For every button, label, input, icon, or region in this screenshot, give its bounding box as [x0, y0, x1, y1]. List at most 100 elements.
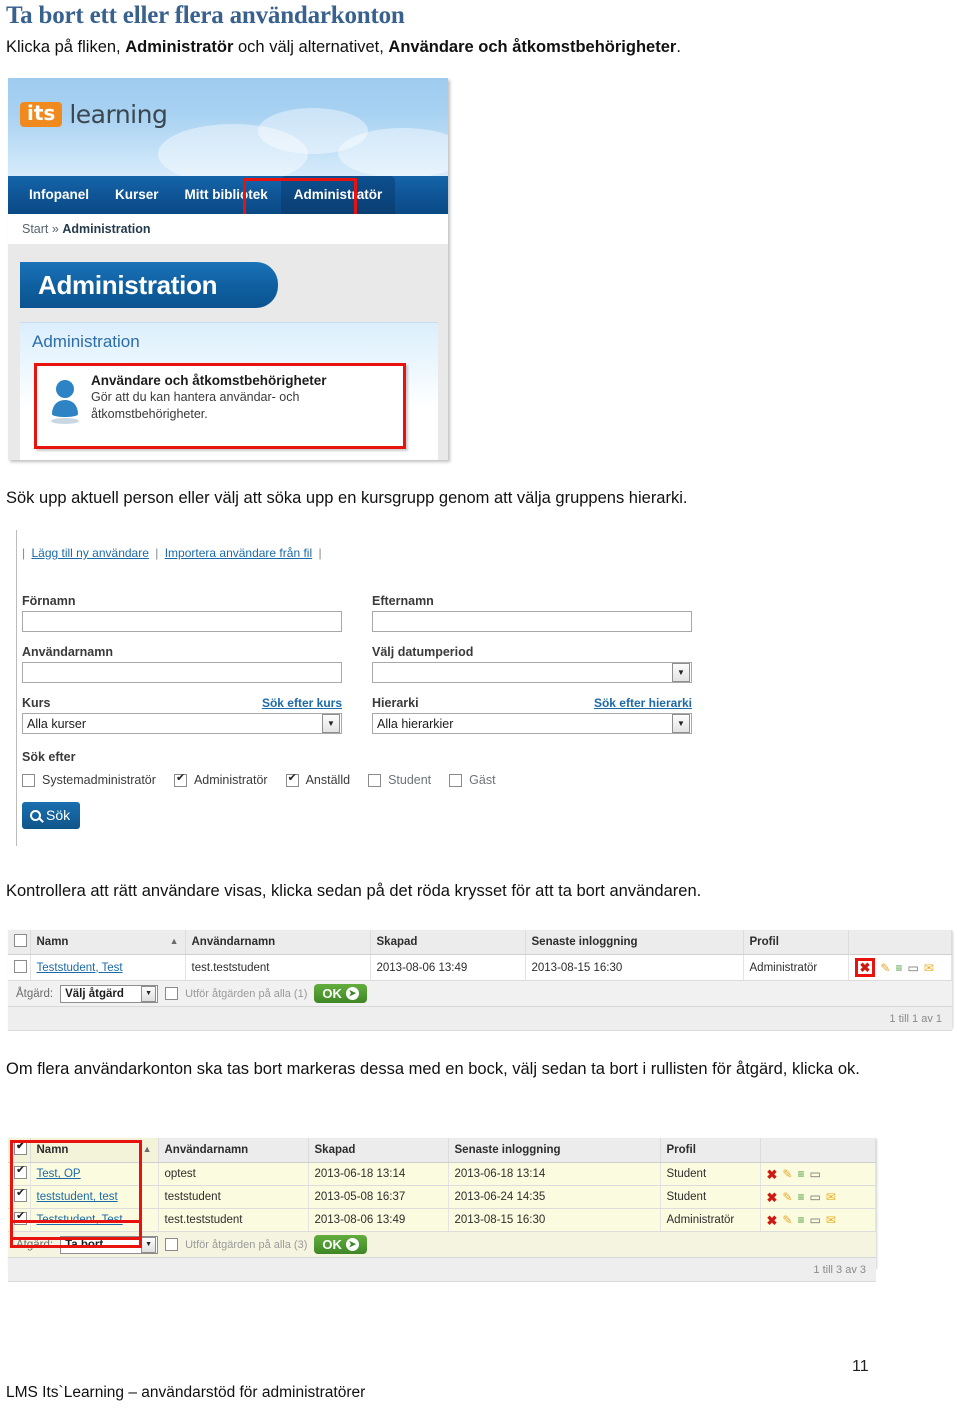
- checkbox-box[interactable]: [173, 772, 187, 787]
- select-kurs[interactable]: Alla kurser ▼: [22, 713, 342, 734]
- input-anvandarnamn[interactable]: [22, 662, 342, 683]
- checkbox-box[interactable]: [285, 772, 299, 787]
- checkbox-select-all[interactable]: [14, 934, 27, 947]
- chevron-down-icon[interactable]: ▼: [141, 985, 157, 1002]
- label-valj-datumperiod: Välj datumperiod: [372, 645, 474, 659]
- table-row[interactable]: teststudent, test teststudent 2013-05-08…: [8, 1185, 876, 1209]
- cell-select[interactable]: [8, 1208, 31, 1232]
- itslearning-logo[interactable]: its learning: [20, 100, 168, 129]
- table-row[interactable]: Test, OP optest 2013-06-18 13:14 2013-06…: [8, 1162, 876, 1186]
- checkbox-row-select[interactable]: [14, 1210, 27, 1225]
- header-profil[interactable]: Profil: [743, 930, 849, 955]
- field-group-anvandarnamn: Användarnamn: [22, 645, 342, 683]
- ok-button[interactable]: OK ➤: [314, 984, 367, 1003]
- table-row[interactable]: Teststudent, Test test.teststudent 2013-…: [8, 1208, 876, 1232]
- list-icon[interactable]: ≡: [797, 1168, 804, 1180]
- checkbox-apply-to-all[interactable]: [165, 1238, 179, 1251]
- header-anvandarnamn[interactable]: Användarnamn: [185, 930, 371, 955]
- link-user-name[interactable]: Test, OP: [37, 1168, 81, 1180]
- chevron-down-icon[interactable]: ▼: [672, 714, 690, 733]
- header-skapad[interactable]: Skapad: [370, 930, 526, 955]
- checkbox-box[interactable]: [368, 773, 382, 787]
- chevron-down-icon[interactable]: ▼: [322, 714, 340, 733]
- card-icon[interactable]: ▭: [809, 1168, 820, 1180]
- nav-item-administrator[interactable]: Administratör: [280, 176, 396, 214]
- cell-namn[interactable]: Teststudent, Test: [30, 1208, 159, 1232]
- edit-icon[interactable]: ✎: [782, 1214, 792, 1226]
- screenshot-admin-page: its learning Infopanel Kurser Mitt bibli…: [8, 78, 448, 460]
- header-profil[interactable]: Profil: [660, 1138, 761, 1163]
- checkbox-gast[interactable]: Gäst: [449, 773, 496, 787]
- checkbox-administrator[interactable]: Administratör: [173, 772, 268, 787]
- checkbox-student[interactable]: Student: [368, 773, 431, 787]
- link-import-users-from-file[interactable]: Importera användare från fil: [165, 546, 312, 560]
- input-efternamn[interactable]: [372, 611, 692, 632]
- delete-icon[interactable]: ✖: [860, 961, 871, 974]
- card-icon[interactable]: ▭: [809, 1191, 820, 1203]
- delete-icon[interactable]: ✖: [767, 1168, 778, 1181]
- mail-icon[interactable]: ✉: [924, 962, 934, 974]
- card-icon[interactable]: ▭: [907, 962, 918, 974]
- cell-namn[interactable]: teststudent, test: [30, 1185, 159, 1209]
- nav-item-kurser[interactable]: Kurser: [102, 176, 172, 214]
- search-button[interactable]: Sök: [22, 802, 81, 829]
- checkbox-anstalld[interactable]: Anställd: [285, 772, 350, 787]
- header-namn[interactable]: Namn ▲: [30, 930, 186, 955]
- field-group-datumperiod: Välj datumperiod ▼: [372, 645, 692, 683]
- link-user-name[interactable]: Teststudent, Test: [37, 1214, 123, 1226]
- input-fornamn[interactable]: [22, 611, 342, 632]
- checkbox-row-select[interactable]: [14, 1187, 27, 1202]
- checkbox-row-select[interactable]: [14, 959, 27, 973]
- list-icon[interactable]: ≡: [797, 1214, 804, 1226]
- mail-icon[interactable]: ✉: [826, 1191, 836, 1203]
- select-action[interactable]: Ta bort ▼: [60, 1235, 159, 1254]
- link-add-new-user[interactable]: Lägg till ny användare: [31, 546, 148, 560]
- edit-icon[interactable]: ✎: [782, 1168, 792, 1180]
- paragraph-1-bold-2: Användare och åtkomstbehörigheter: [388, 38, 677, 56]
- delete-icon[interactable]: ✖: [767, 1214, 778, 1227]
- link-user-name[interactable]: teststudent, test: [37, 1191, 118, 1203]
- checkbox-row-select[interactable]: [14, 1164, 27, 1179]
- cell-select[interactable]: [8, 954, 31, 981]
- checkbox-systemadministrator[interactable]: Systemadministratör: [22, 773, 156, 787]
- card-icon[interactable]: ▭: [809, 1214, 820, 1226]
- checkbox-box[interactable]: [449, 773, 463, 787]
- link-user-name[interactable]: Teststudent, Test: [37, 962, 123, 974]
- list-icon[interactable]: ≡: [895, 962, 902, 974]
- select-valj-datumperiod[interactable]: ▼: [372, 662, 692, 683]
- header-senaste-inloggning[interactable]: Senaste inloggning: [448, 1138, 661, 1163]
- header-skapad[interactable]: Skapad: [308, 1138, 449, 1163]
- header-anvandarnamn[interactable]: Användarnamn: [158, 1138, 309, 1163]
- edit-icon[interactable]: ✎: [782, 1191, 792, 1203]
- breadcrumb-start[interactable]: Start: [22, 222, 48, 236]
- breadcrumb-current: Administration: [62, 222, 151, 236]
- nav-item-infopanel[interactable]: Infopanel: [16, 176, 102, 214]
- main-nav: Infopanel Kurser Mitt bibliotek Administ…: [16, 176, 396, 214]
- cell-select[interactable]: [8, 1162, 31, 1186]
- cell-namn[interactable]: Teststudent, Test: [30, 954, 186, 981]
- mail-icon[interactable]: ✉: [826, 1214, 836, 1226]
- header-senaste-inloggning[interactable]: Senaste inloggning: [525, 930, 744, 955]
- chevron-down-icon[interactable]: ▼: [672, 663, 690, 682]
- edit-icon[interactable]: ✎: [880, 962, 890, 974]
- header-select-all[interactable]: [8, 1138, 31, 1163]
- checkbox-select-all[interactable]: [14, 1140, 27, 1155]
- admin-card-users-and-permissions[interactable]: Användare och åtkomstbehörigheter Gör at…: [34, 363, 406, 449]
- select-action[interactable]: Välj åtgärd ▼: [60, 984, 159, 1003]
- link-sok-efter-kurs[interactable]: Sök efter kurs: [262, 696, 342, 710]
- checkbox-apply-to-all[interactable]: [165, 987, 179, 1000]
- ok-button[interactable]: OK ➤: [314, 1235, 367, 1254]
- checkbox-box[interactable]: [22, 773, 35, 787]
- nav-item-mitt-bibliotek[interactable]: Mitt bibliotek: [172, 176, 281, 214]
- chevron-down-icon[interactable]: ▼: [141, 1236, 157, 1253]
- link-sok-efter-hierarki[interactable]: Sök efter hierarki: [594, 696, 692, 710]
- header-select-all[interactable]: [8, 930, 31, 955]
- header-namn[interactable]: Namn ▲: [30, 1138, 159, 1163]
- main-navigation-bar: Infopanel Kurser Mitt bibliotek Administ…: [8, 176, 448, 214]
- list-icon[interactable]: ≡: [797, 1191, 804, 1203]
- cell-namn[interactable]: Test, OP: [30, 1162, 159, 1186]
- delete-icon[interactable]: ✖: [767, 1191, 778, 1204]
- select-hierarki[interactable]: Alla hierarkier ▼: [372, 713, 692, 734]
- cell-select[interactable]: [8, 1185, 31, 1209]
- table-row[interactable]: Teststudent, Test test.teststudent 2013-…: [8, 954, 952, 981]
